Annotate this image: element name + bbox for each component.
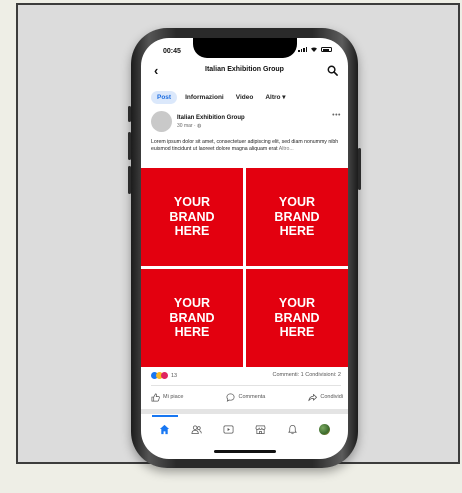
nav-home[interactable] <box>151 415 178 436</box>
love-reaction-icon <box>161 372 168 379</box>
tile-text: YOUR BRAND HERE <box>274 296 320 340</box>
brand-tile[interactable]: YOUR BRAND HERE <box>246 168 348 266</box>
avatar[interactable] <box>151 111 172 132</box>
nav-menu[interactable] <box>317 422 331 436</box>
like-label: Mi piace <box>163 394 184 400</box>
like-button[interactable]: Mi piace <box>151 391 183 403</box>
power-button <box>358 148 361 190</box>
divider <box>151 385 341 386</box>
comment-button[interactable]: Commenta <box>226 391 265 403</box>
tab-informazioni[interactable]: Informazioni <box>181 91 228 104</box>
more-icon[interactable]: ••• <box>332 112 341 119</box>
feed-separator <box>141 409 348 414</box>
nav-notifications[interactable] <box>285 422 299 436</box>
see-more-link[interactable]: Altro... <box>279 146 294 152</box>
battery-icon <box>321 47 332 52</box>
post-body: Lorem ipsum dolor sit amet, consectetuer… <box>151 139 339 152</box>
home-indicator <box>214 450 276 453</box>
notch <box>193 38 297 58</box>
comment-share-stats[interactable]: Commenti: 1 Condivisioni: 2 <box>273 372 341 378</box>
tab-altro[interactable]: Altro ▾ <box>261 90 289 104</box>
reaction-summary[interactable]: 13 <box>151 372 177 379</box>
tab-post[interactable]: Post <box>151 90 178 104</box>
menu-globe-icon <box>318 423 330 435</box>
search-icon[interactable] <box>327 65 338 76</box>
brand-tile[interactable]: YOUR BRAND HERE <box>246 269 348 367</box>
post-meta: 30 mar · ◍ <box>177 123 202 129</box>
post-actions: Mi piace Commenta Condividi <box>151 391 343 403</box>
nav-marketplace[interactable] <box>253 422 267 436</box>
share-label: Condividi <box>320 394 343 400</box>
notifications-icon <box>287 424 297 434</box>
bottom-nav <box>141 415 348 442</box>
volume-up-button <box>128 132 131 160</box>
friends-icon <box>191 424 202 434</box>
tile-text: YOUR BRAND HERE <box>274 195 320 239</box>
page-tabs: Post Informazioni Video Altro ▾ <box>151 90 290 104</box>
page-title: Italian Exhibition Group <box>205 66 284 73</box>
tile-text: YOUR BRAND HERE <box>169 195 215 239</box>
post-text: Lorem ipsum dolor sit amet, consectetuer… <box>151 139 343 153</box>
tile-text: YOUR BRAND HERE <box>169 296 215 340</box>
phone-screen: 00:45 ‹ Italian Exhibition Group Post In… <box>141 38 348 459</box>
volume-down-button <box>128 166 131 194</box>
marketplace-icon <box>255 424 266 434</box>
status-time: 00:45 <box>163 48 181 55</box>
like-icon <box>151 393 160 401</box>
share-icon <box>308 393 318 401</box>
page-header: ‹ Italian Exhibition Group <box>141 62 348 80</box>
post-header: Italian Exhibition Group 30 mar · ◍ ••• <box>151 111 341 135</box>
nav-watch[interactable] <box>222 422 236 436</box>
comment-icon <box>227 393 235 402</box>
mute-switch <box>128 106 131 122</box>
post-author[interactable]: Italian Exhibition Group <box>177 115 245 121</box>
watch-icon <box>223 424 234 434</box>
comment-label: Commenta <box>238 394 266 400</box>
image-grid: YOUR BRAND HERE YOUR BRAND HERE YOUR BRA… <box>141 168 348 367</box>
brand-tile[interactable]: YOUR BRAND HERE <box>141 168 243 266</box>
nav-friends[interactable] <box>190 422 204 436</box>
brand-tile[interactable]: YOUR BRAND HERE <box>141 269 243 367</box>
share-button[interactable]: Condividi <box>308 391 343 403</box>
status-icons <box>298 46 332 52</box>
wifi-icon <box>311 47 317 52</box>
reactions-bar: 13 Commenti: 1 Condivisioni: 2 <box>151 372 341 382</box>
home-icon <box>160 424 170 434</box>
reaction-count: 13 <box>171 372 178 379</box>
tab-video[interactable]: Video <box>232 91 258 104</box>
signal-icon <box>298 47 307 52</box>
